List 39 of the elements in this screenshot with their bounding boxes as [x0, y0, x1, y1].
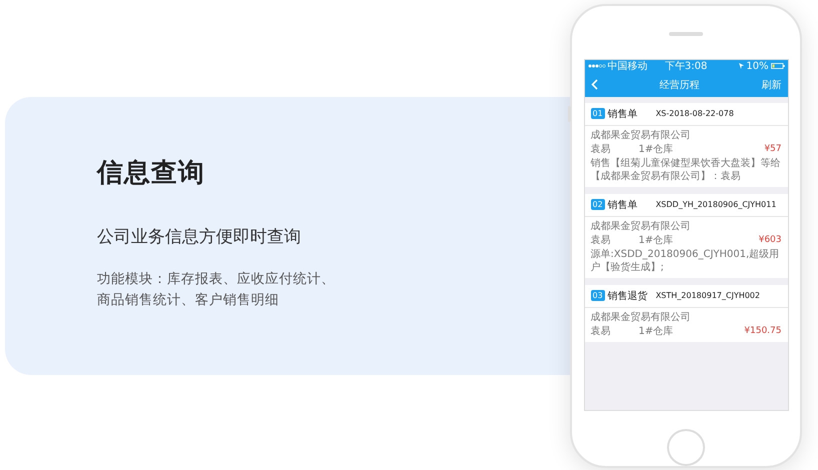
record-index: 02: [590, 199, 605, 210]
nav-title: 经营历程: [658, 78, 700, 92]
record-amount: ¥603: [758, 235, 782, 246]
person-name: 袁易: [590, 324, 612, 338]
record-type: 销售单: [608, 108, 639, 121]
record-index: 03: [590, 290, 605, 302]
warehouse-name: 1#仓库: [638, 142, 674, 156]
feature-description: 功能模块：库存报表、应收应付统计、: [97, 270, 335, 289]
record-note: 销售【组菊儿童保健型果饮香大盘装】等给【成都果金贸易有限公司】：袁易: [590, 156, 782, 183]
record-card[interactable]: 02 销售单 XSDD_YH_20180906_CJYH011 成都果金贸易有限公司 袁易 1#仓库 ¥603 源单:XSDD_20180906_CJYH001,超级用户【验货生成】;: [584, 194, 788, 278]
person-name: 袁易: [590, 142, 612, 156]
location-icon: [739, 63, 744, 70]
carrier-name: 中国移动: [608, 60, 648, 73]
record-card[interactable]: 01 销售单 XS-2018-08-22-078 成都果金贸易有限公司 袁易 1#仓库 ¥57 销售【组菊儿童保健型果饮香大盘装】等给【成都果金贸易有限公司】：袁易: [584, 102, 788, 187]
record-amount: ¥150.75: [744, 326, 782, 336]
record-index: 01: [590, 108, 605, 120]
company-name: 成都果金贸易有限公司: [590, 310, 692, 324]
person-name: 袁易: [590, 234, 612, 247]
feature-subtitle: 公司业务信息方便即时查询: [97, 226, 301, 249]
record-number: XSTH_20180917_CJYH002: [656, 291, 760, 300]
signal-icon: [588, 64, 606, 68]
record-number: XSDD_YH_20180906_CJYH011: [656, 200, 776, 210]
record-type: 销售退货: [608, 290, 649, 303]
status-time: 下午3:08: [664, 60, 708, 73]
warehouse-name: 1#仓库: [638, 234, 674, 247]
feature-title: 信息查询: [97, 157, 205, 190]
record-amount: ¥57: [764, 144, 782, 154]
back-icon[interactable]: [590, 79, 598, 90]
company-name: 成都果金贸易有限公司: [590, 128, 692, 142]
record-type: 销售单: [608, 198, 639, 212]
record-number: XS-2018-08-22-078: [656, 109, 734, 118]
warehouse-name: 1#仓库: [638, 324, 674, 338]
record-card[interactable]: 03 销售退货 XSTH_20180917_CJYH002 成都果金贸易有限公司 袁易 1#仓库 ¥150.75: [584, 284, 788, 342]
record-note: 源单:XSDD_20180906_CJYH001,超级用户【验货生成】;: [590, 248, 780, 274]
speaker-grille: [669, 32, 703, 36]
battery-icon: [770, 63, 784, 70]
company-name: 成都果金贸易有限公司: [590, 220, 692, 233]
battery-percent: 10%: [746, 60, 768, 73]
feature-description: 商品销售统计、客户销售明细: [97, 291, 279, 310]
